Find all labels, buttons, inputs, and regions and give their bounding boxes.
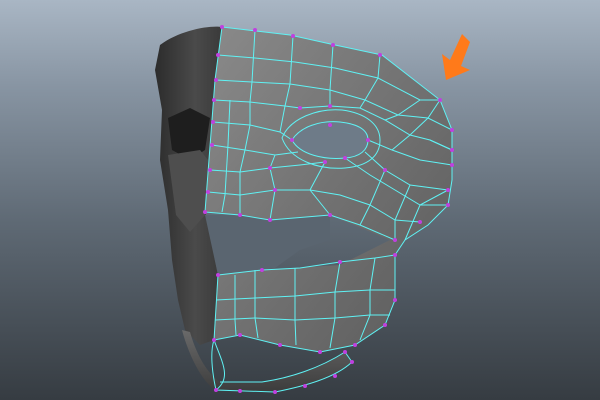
3d-viewport[interactable] bbox=[0, 0, 600, 400]
mesh-canvas[interactable] bbox=[0, 0, 600, 400]
mask-front-face bbox=[205, 27, 452, 352]
arrow-down-left-icon bbox=[442, 34, 470, 80]
